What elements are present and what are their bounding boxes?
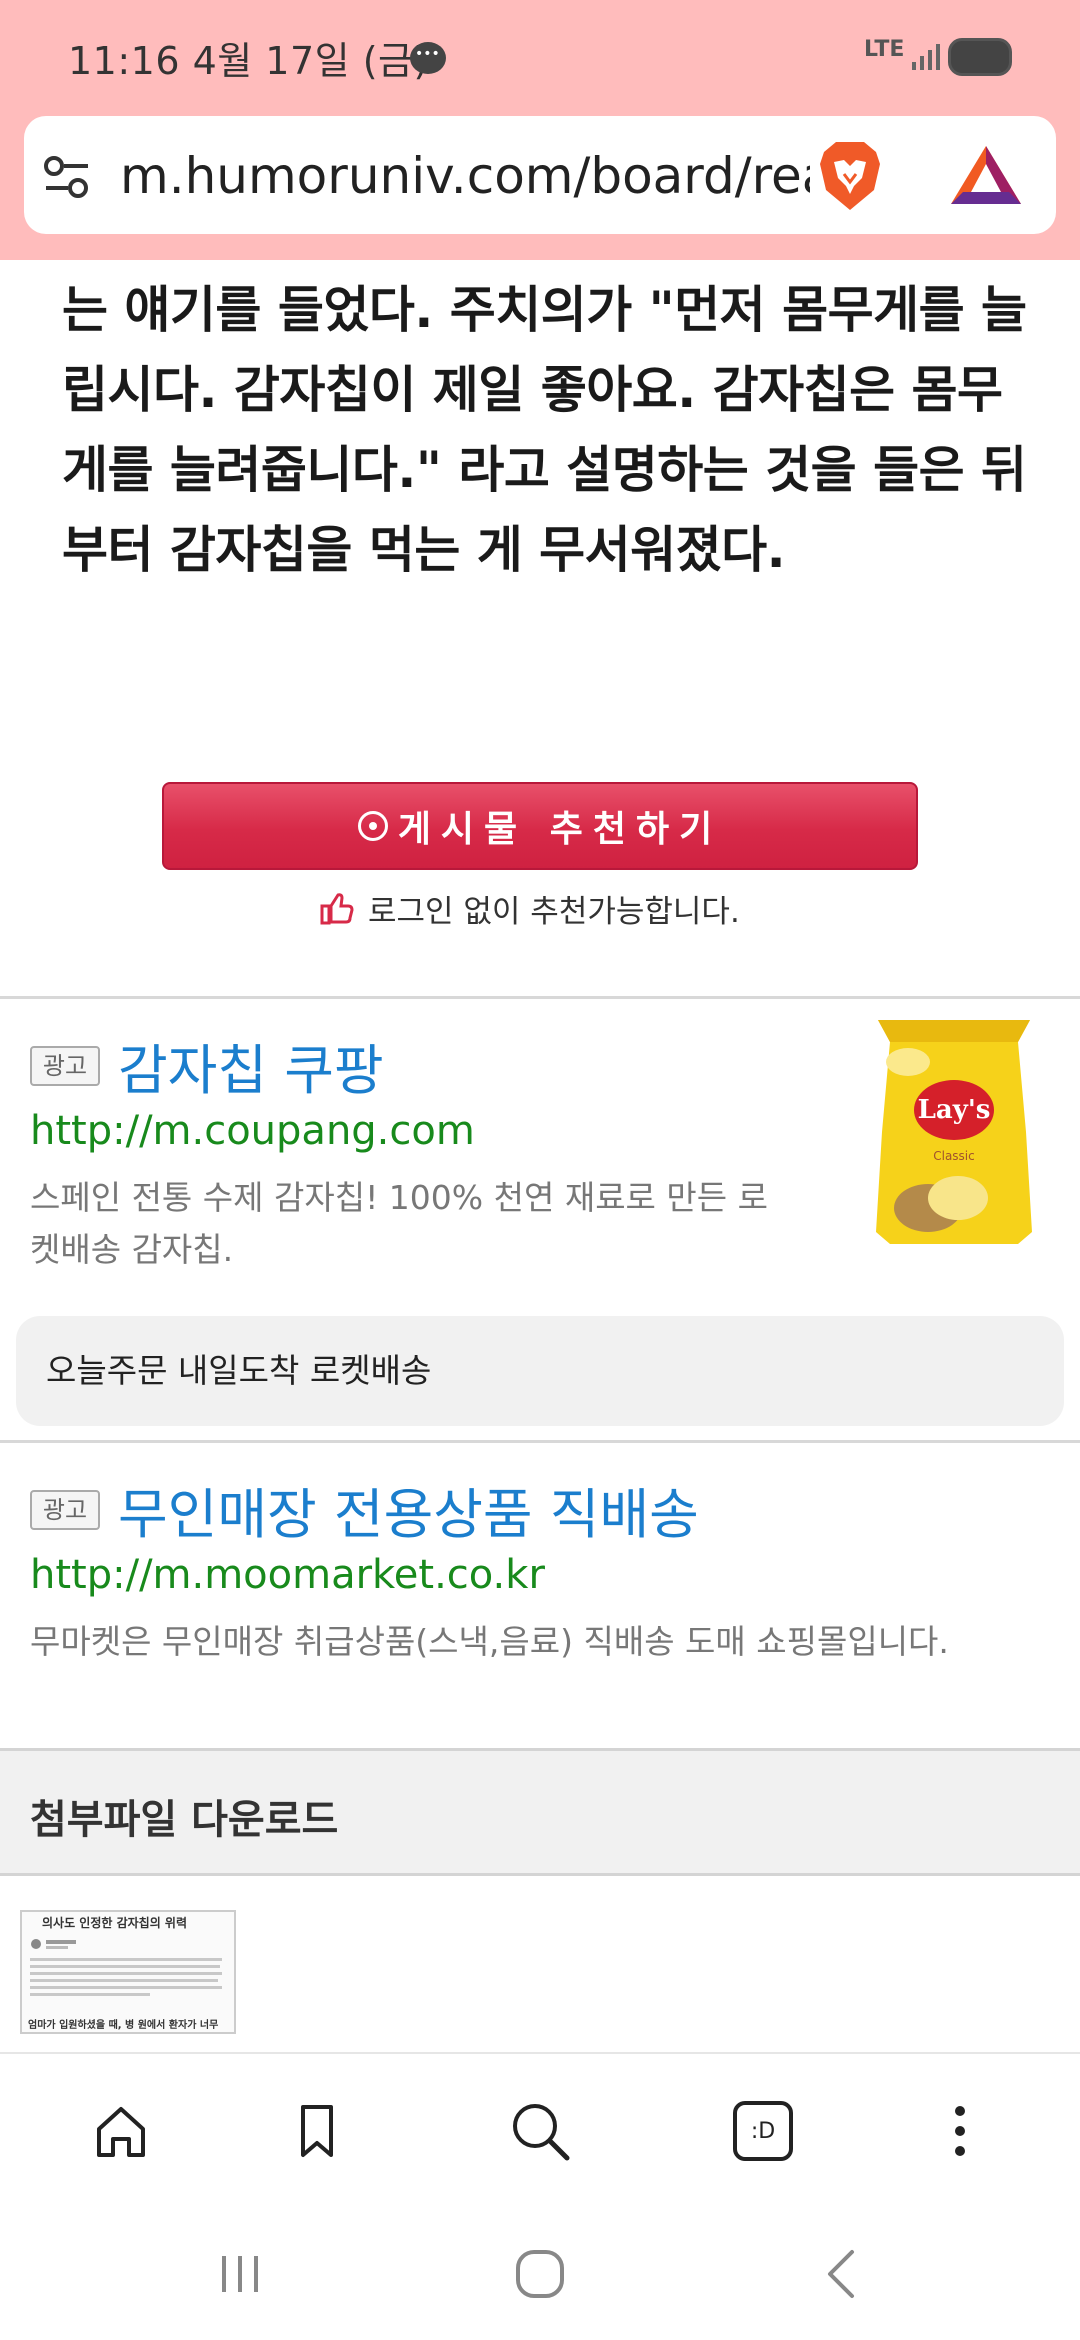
brave-shields-icon[interactable]	[814, 138, 886, 214]
ad-description-line: 스페인 전통 수제 감자칩! 100% 천연 재료로 만든 로	[30, 1178, 768, 1217]
article-body: 는 얘기를 들었다. 주치의가 "먼저 몸무게를 늘 립시다. 감자칩이 제일 …	[62, 270, 1032, 590]
site-settings-icon[interactable]	[42, 154, 92, 200]
home-icon	[97, 2107, 145, 2157]
ad-moomarket[interactable]: 광고 무인매장 전용상품 직배송 http://m.moomarket.co.k…	[0, 1444, 1080, 1744]
ad-url[interactable]: http://m.moomarket.co.kr	[30, 1552, 545, 1598]
more-vert-icon	[955, 2106, 965, 2156]
lays-chips-image[interactable]: Lay's Classic	[868, 1012, 1040, 1252]
attachment-header: 첨부파일 다운로드	[0, 1748, 1080, 1876]
home-nav-icon[interactable]	[510, 2244, 570, 2304]
status-time: 11:16 4월 17일 (금)	[68, 39, 429, 83]
target-icon	[357, 811, 388, 841]
ad-description-line: 무마켓은 무인매장 취급상품(스낵,음료) 직배송 도매 쇼핑몰입니다.	[30, 1622, 949, 1661]
recommend-note: 로그인 없이 추천가능합니다.	[320, 886, 740, 931]
recommend-button-label: 게시물 추천하기	[397, 809, 723, 850]
status-bar: 11:16 4월 17일 (금) LTE	[0, 0, 1080, 115]
browser-top-area: 11:16 4월 17일 (금) LTE m.humoruniv.com/boa…	[0, 0, 1080, 260]
article-line: 는 얘기를 들었다. 주치의가 "먼저 몸무게를 늘	[62, 281, 1027, 339]
chat-notification-icon	[410, 42, 446, 74]
thumbs-up-icon	[320, 892, 354, 924]
network-type: LTE	[864, 37, 905, 62]
bat-rewards-icon[interactable]	[949, 142, 1023, 208]
chips-label: Classic	[933, 1149, 975, 1163]
ad-badge: 광고	[30, 1046, 100, 1086]
bookmarks-button[interactable]	[282, 2096, 352, 2166]
attachment-thumb-title: 의사도 인정한 감자칩의 위력	[42, 1916, 188, 1930]
attachment-thumb-preview	[30, 1939, 222, 1996]
recommend-post-button[interactable]: 게시물 추천하기	[162, 782, 918, 870]
divider	[0, 1440, 1080, 1443]
tabs-icon	[733, 2101, 793, 2161]
bookmark-icon	[301, 2105, 333, 2157]
search-button[interactable]	[505, 2096, 575, 2166]
search-icon	[513, 2104, 570, 2161]
recommend-note-text: 로그인 없이 추천가능합니다.	[368, 894, 740, 930]
back-icon[interactable]	[814, 2244, 874, 2304]
signal-icon	[912, 44, 940, 70]
tabs-button[interactable]: :D	[728, 2096, 798, 2166]
ad-sitelink[interactable]: 오늘주문 내일도착 로켓배송	[16, 1316, 1064, 1426]
ad-title[interactable]: 감자칩 쿠팡	[118, 1026, 384, 1105]
browser-toolbar: :D	[0, 2052, 1080, 2210]
home-button[interactable]	[86, 2096, 156, 2166]
system-nav-bar	[0, 2208, 1080, 2340]
attachment-thumbnail[interactable]: 의사도 인정한 감자칩의 위력 엄마가 입원하셨을 때, 병 원에서 환자가 너…	[20, 1910, 236, 2034]
ad-badge: 광고	[30, 1490, 100, 1530]
battery-icon	[948, 38, 1012, 76]
article-line: 립시다. 감자칩이 제일 좋아요. 감자칩은 몸무	[62, 361, 1003, 419]
chips-brand: Lay's	[918, 1095, 991, 1125]
url-text[interactable]: m.humoruniv.com/board/read.html	[120, 144, 810, 208]
article-line: 게를 늘려줍니다." 라고 설명하는 것을 들은 뒤	[62, 441, 1027, 499]
ad-title[interactable]: 무인매장 전용상품 직배송	[118, 1470, 699, 1549]
menu-button[interactable]	[925, 2096, 995, 2166]
recent-apps-icon[interactable]	[210, 2244, 270, 2304]
attachment-title: 첨부파일 다운로드	[30, 1797, 339, 1843]
ad-url[interactable]: http://m.coupang.com	[30, 1108, 475, 1154]
ad-description: 무마켓은 무인매장 취급상품(스낵,음료) 직배송 도매 쇼핑몰입니다.	[30, 1616, 1070, 1668]
attachment-thumb-footer: 엄마가 입원하셨을 때, 병 원에서 환자가 너무	[28, 2020, 219, 2031]
ad-description-line: 켓배송 감자칩.	[30, 1230, 234, 1269]
divider	[0, 996, 1080, 999]
article-line: 부터 감자칩을 먹는 게 무서워졌다.	[62, 521, 786, 579]
address-bar[interactable]: m.humoruniv.com/board/read.html	[24, 116, 1056, 234]
ad-description: 스페인 전통 수제 감자칩! 100% 천연 재료로 만든 로 켓배송 감자칩.	[30, 1172, 830, 1276]
